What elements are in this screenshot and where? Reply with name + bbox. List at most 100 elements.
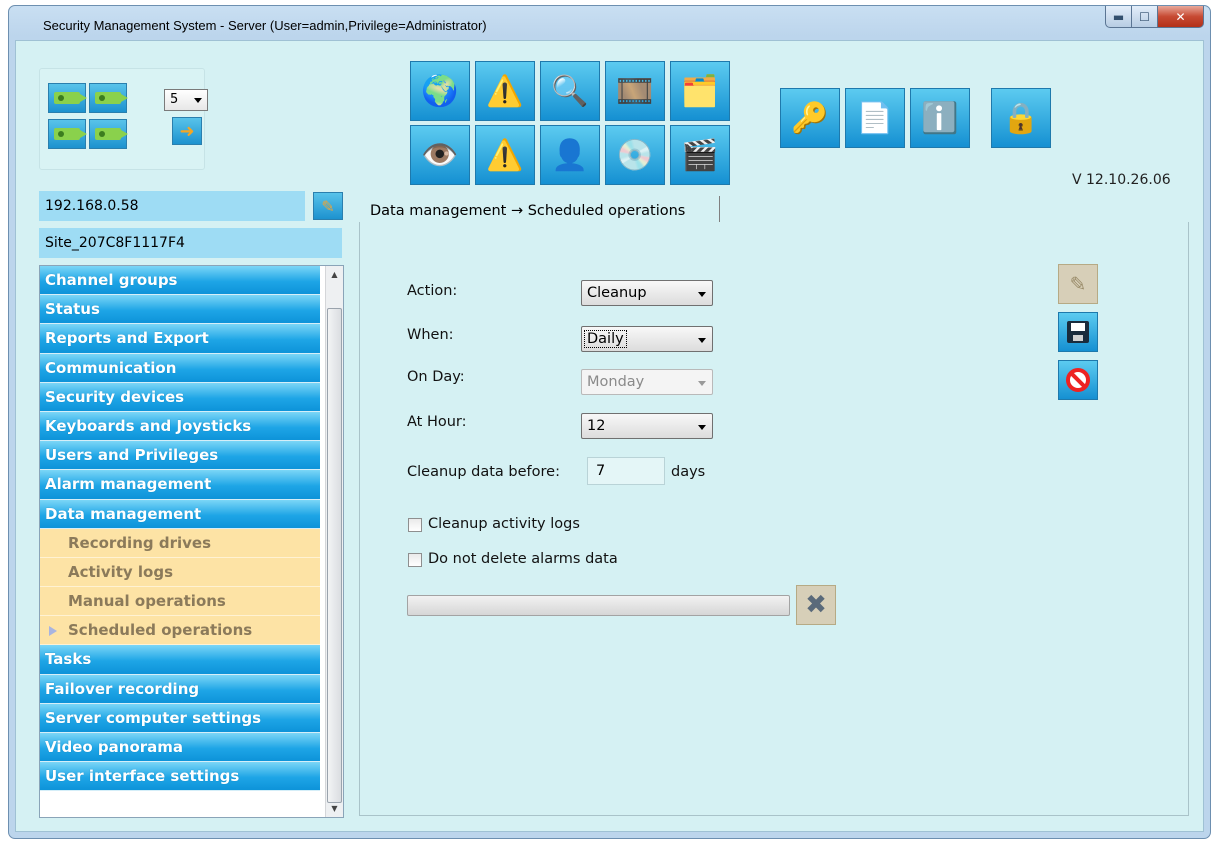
toolbar-windows-button[interactable]: 🗂️ bbox=[670, 61, 730, 121]
globe-icon: 🌍 bbox=[421, 73, 459, 109]
cancel-operation-button[interactable]: ✖ bbox=[796, 585, 836, 625]
version-label: V 12.10.26.06 bbox=[1072, 172, 1171, 188]
magnifier-icon: 🔍 bbox=[551, 73, 589, 109]
action-value: Cleanup bbox=[587, 285, 647, 301]
nav-list: Channel groups Status Reports and Export Co… bbox=[40, 266, 343, 792]
minimize-button[interactable]: ▬ bbox=[1105, 6, 1132, 28]
action-select[interactable]: Cleanup bbox=[581, 280, 713, 306]
toolbar-key-button[interactable]: 🔑 bbox=[780, 88, 840, 148]
chevron-down-icon bbox=[698, 292, 706, 297]
nav-group-item[interactable]: Failover recording bbox=[40, 674, 320, 704]
camera-icon bbox=[54, 92, 87, 104]
help-document-icon: 📄 bbox=[856, 100, 894, 136]
windows-icon: 🗂️ bbox=[681, 73, 719, 109]
maximize-button[interactable]: ☐ bbox=[1132, 6, 1158, 28]
nav-group-item[interactable]: Tasks bbox=[40, 645, 320, 675]
nav-item-label: Channel groups bbox=[45, 271, 178, 289]
toolbar-search-button[interactable]: 🔍 bbox=[540, 61, 600, 121]
title-bar[interactable]: Security Management System - Server (Use… bbox=[9, 6, 1210, 42]
camera-button-1[interactable] bbox=[48, 83, 87, 113]
toolbar-film-edit-button[interactable]: 🎬 bbox=[670, 125, 730, 185]
scroll-thumb[interactable] bbox=[327, 308, 342, 803]
nav-group-item[interactable]: Security devices bbox=[40, 382, 320, 412]
do-not-delete-alarms-checkbox[interactable] bbox=[408, 553, 422, 567]
nav-group-item[interactable]: Users and Privileges bbox=[40, 441, 320, 471]
chevron-down-icon bbox=[698, 338, 706, 343]
camera-button-3[interactable] bbox=[48, 119, 87, 149]
camera-button-4[interactable] bbox=[89, 119, 128, 149]
nav-group-item[interactable]: Communication bbox=[40, 353, 320, 383]
cleanup-activity-logs-label[interactable]: Cleanup activity logs bbox=[428, 516, 580, 532]
nav-group-item[interactable]: Server computer settings bbox=[40, 703, 320, 733]
nav-group-item[interactable]: Video panorama bbox=[40, 733, 320, 763]
disc-export-icon: 💿 bbox=[616, 137, 654, 173]
save-button[interactable] bbox=[1058, 312, 1098, 352]
nav-item-label: Data management bbox=[45, 504, 202, 523]
on-day-value: Monday bbox=[587, 374, 645, 390]
toolbar-disc-export-button[interactable]: 💿 bbox=[605, 125, 665, 185]
nav-item-label: User interface settings bbox=[45, 767, 240, 786]
camera-button-2[interactable] bbox=[89, 83, 128, 113]
do-not-delete-alarms-label[interactable]: Do not delete alarms data bbox=[428, 551, 618, 567]
close-icon: ✖ bbox=[805, 590, 827, 620]
scroll-down-icon[interactable]: ▼ bbox=[326, 800, 343, 817]
toolbar-info-button[interactable]: ℹ️ bbox=[910, 88, 970, 148]
at-hour-value: 12 bbox=[587, 418, 606, 434]
toolbar-help-button[interactable]: 📄 bbox=[845, 88, 905, 148]
when-select[interactable]: Daily bbox=[581, 326, 713, 352]
at-hour-select[interactable]: 12 bbox=[581, 413, 713, 439]
action-label: Action: bbox=[407, 283, 458, 299]
nav-item-label: Keyboards and Joysticks bbox=[45, 416, 252, 435]
nav-item-label: Video panorama bbox=[45, 738, 184, 756]
toolbar-alarm-warning-button[interactable]: ⚠️ bbox=[475, 125, 535, 185]
nav-subitem[interactable]: Scheduled operations bbox=[40, 616, 320, 646]
toolbar-globe-button[interactable]: 🌍 bbox=[410, 61, 470, 121]
edit-server-button[interactable]: ✎ bbox=[313, 192, 343, 220]
warning-icon: ⚠️ bbox=[486, 73, 524, 109]
alarm-warning-icon: ⚠️ bbox=[486, 137, 524, 173]
scroll-up-icon[interactable]: ▲ bbox=[326, 266, 343, 283]
apply-layout-button[interactable]: ➜ bbox=[172, 117, 202, 145]
info-icon: ℹ️ bbox=[921, 100, 959, 136]
eye-icon: 👁️ bbox=[421, 137, 459, 173]
cleanup-days-input[interactable]: 7 bbox=[587, 457, 665, 485]
toolbar-film-star-button[interactable]: 🎞️ bbox=[605, 61, 665, 121]
save-icon bbox=[1067, 321, 1089, 343]
lock-icon: 🔒 bbox=[1002, 100, 1040, 136]
nav-group-item[interactable]: User interface settings bbox=[40, 762, 320, 792]
nav-group-item[interactable]: Status bbox=[40, 295, 320, 325]
layout-count-select[interactable]: 5 bbox=[164, 89, 208, 111]
nav-scrollbar[interactable]: ▲ ▼ bbox=[325, 266, 343, 817]
chevron-down-icon bbox=[698, 381, 706, 386]
camera-layout-panel: 5 ➜ bbox=[39, 68, 208, 170]
minimize-icon: ▬ bbox=[1112, 9, 1125, 24]
nav-subitem[interactable]: Activity logs bbox=[40, 557, 320, 588]
client-area: 5 ➜ 🌍 ⚠️ 🔍 🎞️ 🗂️ 👁️ ⚠️ 👤 💿 🎬 🔑 📄 ℹ️ 🔒 V … bbox=[15, 40, 1204, 832]
nav-group-item[interactable]: Reports and Export bbox=[40, 324, 320, 354]
toolbar-lock-button[interactable]: 🔒 bbox=[991, 88, 1051, 148]
nav-group-item[interactable]: Keyboards and Joysticks bbox=[40, 411, 320, 442]
camera-icon bbox=[54, 128, 87, 140]
cancel-icon bbox=[1066, 368, 1090, 392]
toolbar-warning-button[interactable]: ⚠️ bbox=[475, 61, 535, 121]
nav-group-item[interactable]: Channel groups bbox=[40, 266, 320, 296]
cleanup-before-label: Cleanup data before: bbox=[407, 464, 560, 480]
nav-item-label: Status bbox=[45, 300, 100, 319]
close-button[interactable]: ✕ bbox=[1158, 6, 1204, 28]
nav-group-item[interactable]: Data management bbox=[40, 499, 320, 529]
edit-button[interactable]: ✎ bbox=[1058, 264, 1098, 304]
when-label: When: bbox=[407, 327, 454, 343]
on-day-label: On Day: bbox=[407, 369, 465, 385]
nav-subitem[interactable]: Recording drives bbox=[40, 528, 320, 558]
nav-subitem[interactable]: Manual operations bbox=[40, 587, 320, 617]
layout-count-value: 5 bbox=[170, 92, 179, 107]
chevron-down-icon bbox=[194, 98, 202, 103]
nav-group-item[interactable]: Alarm management bbox=[40, 470, 320, 500]
close-icon: ✕ bbox=[1175, 9, 1186, 24]
toolbar-user-button[interactable]: 👤 bbox=[540, 125, 600, 185]
on-day-select: Monday bbox=[581, 369, 713, 395]
cleanup-activity-logs-checkbox[interactable] bbox=[408, 518, 422, 532]
nav-item-label: Server computer settings bbox=[45, 708, 262, 727]
toolbar-eye-button[interactable]: 👁️ bbox=[410, 125, 470, 185]
cancel-button[interactable] bbox=[1058, 360, 1098, 400]
